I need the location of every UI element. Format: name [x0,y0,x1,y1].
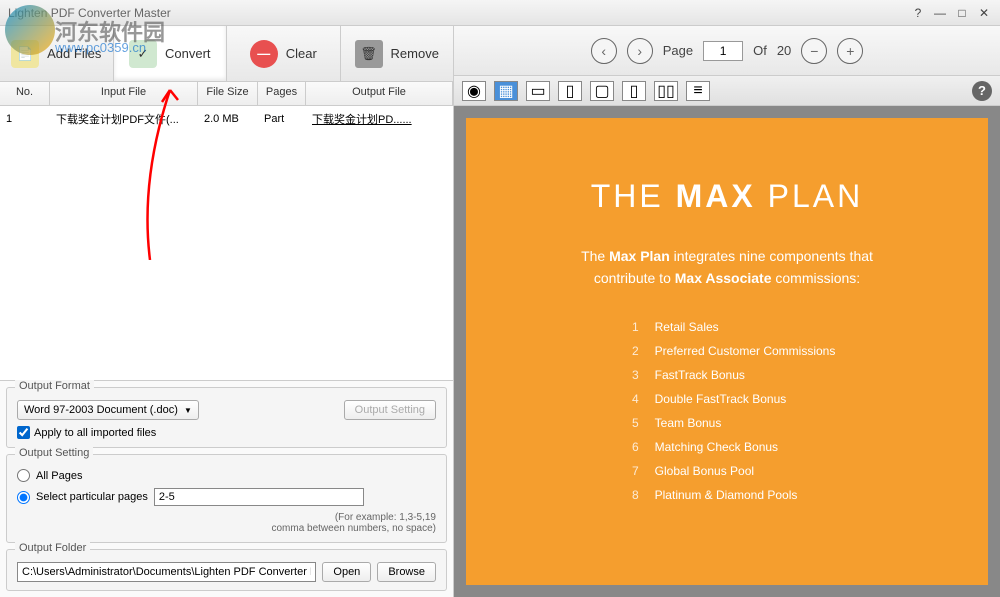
table-header: No. Input File File Size Pages Output Fi… [0,82,453,106]
page-hint: (For example: 1,3-5,19 comma between num… [17,512,436,534]
file-list[interactable]: 1 下载奖金计划PDF文件(... 2.0 MB Part 下载奖金计划PD..… [0,106,453,380]
col-header-pages[interactable]: Pages [258,82,306,105]
maximize-button[interactable]: □ [954,5,970,21]
list-item: 5Team Bonus [619,416,836,430]
list-item: 7Global Bonus Pool [619,464,836,478]
preview-nav-toolbar: ‹ › Page Of 20 − + [454,26,1000,76]
remove-icon: 🗑 [355,40,383,68]
add-files-button[interactable]: 📄 Add Files [0,26,114,81]
titlebar: Lighten PDF Converter Master ? — □ ✕ [0,0,1000,26]
preview-title: THE MAX PLAN [506,178,948,215]
open-folder-button[interactable]: Open [322,562,371,582]
preview-subtitle: The Max Plan integrates nine components … [506,245,948,290]
prev-page-button[interactable]: ‹ [591,38,617,64]
list-item: 1Retail Sales [619,320,836,334]
remove-button[interactable]: 🗑 Remove [341,26,454,81]
single-page-icon[interactable]: ▯ [622,81,646,101]
close-button[interactable]: ✕ [976,5,992,21]
list-item: 2Preferred Customer Commissions [619,344,836,358]
view-mode-icon[interactable]: ◉ [462,81,486,101]
particular-pages-radio[interactable]: Select particular pages [17,488,436,506]
minimize-button[interactable]: — [932,5,948,21]
convert-icon: ✓ [129,40,157,68]
table-row[interactable]: 1 下载奖金计划PDF文件(... 2.0 MB Part 下载奖金计划PD..… [0,106,453,132]
output-folder-group: Output Folder Open Browse [6,549,447,591]
window-title: Lighten PDF Converter Master [8,6,171,20]
browse-button[interactable]: Browse [377,562,436,582]
fit-width-icon[interactable]: ▭ [526,81,550,101]
help-icon[interactable]: ? [910,5,926,21]
page-number-input[interactable] [703,41,743,61]
pdf-page-preview: THE MAX PLAN The Max Plan integrates nin… [466,118,988,585]
col-header-size[interactable]: File Size [198,82,258,105]
output-setting-group: Output Setting All Pages Select particul… [6,454,447,543]
output-setting-button[interactable]: Output Setting [344,400,436,420]
clear-icon: — [250,40,278,68]
clear-button[interactable]: — Clear [227,26,341,81]
next-page-button[interactable]: › [627,38,653,64]
actual-size-icon[interactable]: ▢ [590,81,614,101]
zoom-in-button[interactable]: + [837,38,863,64]
list-item: 3FastTrack Bonus [619,368,836,382]
preview-help-icon[interactable]: ? [972,81,992,101]
output-folder-input[interactable] [17,562,316,582]
apply-all-checkbox[interactable]: Apply to all imported files [17,426,436,439]
preview-list: 1Retail Sales 2Preferred Customer Commiss… [619,320,836,512]
add-files-icon: 📄 [11,40,39,68]
list-item: 4Double FastTrack Bonus [619,392,836,406]
facing-pages-icon[interactable]: ▯▯ [654,81,678,101]
total-pages: 20 [777,43,791,58]
convert-button[interactable]: ✓ Convert [114,26,228,81]
output-format-group: Output Format Word 97-2003 Document (.do… [6,387,447,448]
zoom-out-button[interactable]: − [801,38,827,64]
col-header-input[interactable]: Input File [50,82,198,105]
view-mode-toolbar: ◉ ▦ ▭ ▯ ▢ ▯ ▯▯ ≡ ? [454,76,1000,106]
page-range-input[interactable] [154,488,364,506]
list-item: 8Platinum & Diamond Pools [619,488,836,502]
list-item: 6Matching Check Bonus [619,440,836,454]
format-select[interactable]: Word 97-2003 Document (.doc) [17,400,199,420]
all-pages-radio[interactable]: All Pages [17,469,436,482]
preview-area[interactable]: THE MAX PLAN The Max Plan integrates nin… [454,106,1000,597]
continuous-icon[interactable]: ≡ [686,81,710,101]
fit-page-icon[interactable]: ▯ [558,81,582,101]
col-header-no[interactable]: No. [0,82,50,105]
col-header-output[interactable]: Output File [306,82,453,105]
thumbnail-view-icon[interactable]: ▦ [494,81,518,101]
